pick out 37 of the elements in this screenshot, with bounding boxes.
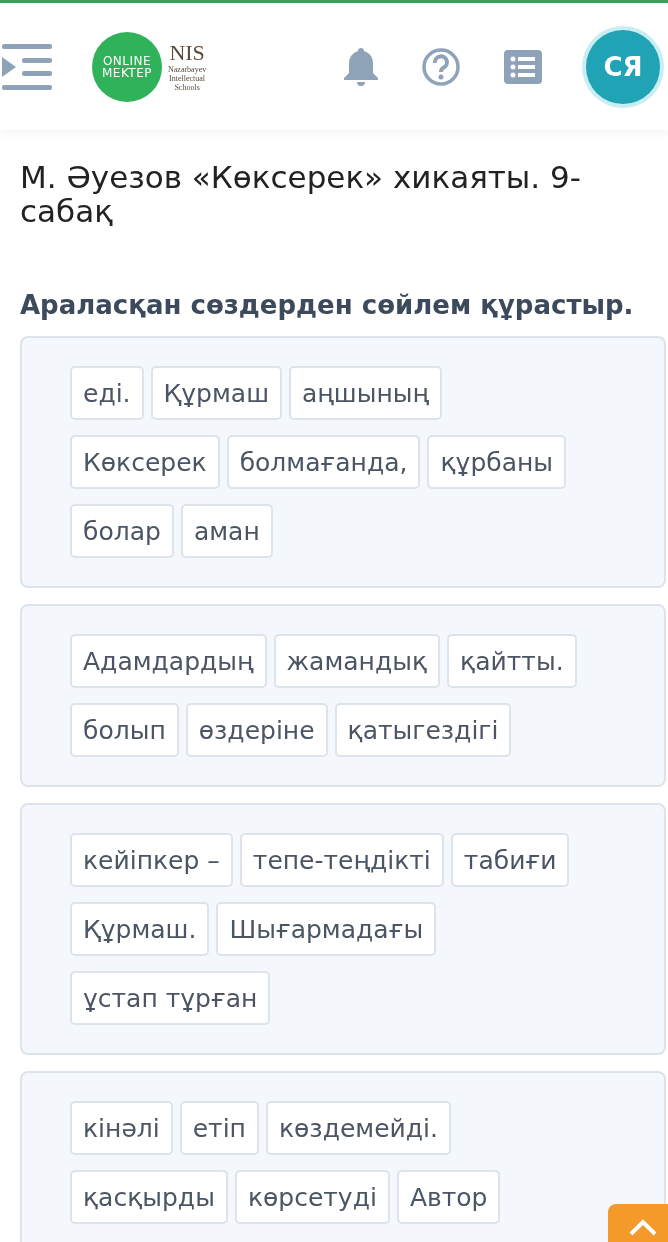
word-chip[interactable]: табиғи [450, 833, 570, 887]
word-chip[interactable]: құрбаны [427, 435, 567, 489]
word-chip[interactable]: Көксерек [70, 435, 220, 489]
word-chip[interactable]: болып [70, 703, 179, 757]
word-chip[interactable]: өздеріне [185, 703, 328, 757]
word-chip[interactable]: көздемейді. [265, 1101, 451, 1155]
partner-logo: NIS Nazarbayev Intellectual Schools [168, 41, 207, 92]
bell-icon [344, 47, 378, 86]
word-chip[interactable]: қайтты. [447, 634, 577, 688]
notification-button[interactable] [344, 47, 378, 86]
word-chip[interactable]: етіп [179, 1101, 259, 1155]
menu-icon[interactable] [2, 43, 52, 90]
task-instruction: Араласқан сөздерден сөйлем құрастыр. [20, 290, 635, 320]
list-button[interactable] [504, 49, 542, 84]
word-chip[interactable]: аңшының [289, 366, 443, 420]
help-icon [422, 47, 460, 86]
help-button[interactable] [422, 47, 460, 86]
list-icon [504, 49, 542, 84]
word-chip[interactable]: Шығармадағы [216, 902, 437, 956]
word-chip[interactable]: көрсетуді [234, 1170, 390, 1224]
word-chip[interactable]: ұстап тұрған [70, 971, 271, 1025]
word-chip[interactable]: Құрмаш. [70, 902, 210, 956]
word-chip[interactable]: Адамдардың [70, 634, 267, 688]
word-chip[interactable]: Құрмаш [150, 366, 283, 420]
word-chip[interactable]: болар [70, 504, 174, 558]
word-chip[interactable]: жамандық [273, 634, 441, 688]
word-chip[interactable]: аман [180, 504, 273, 558]
word-chip[interactable]: болмағанда, [226, 435, 421, 489]
word-chip[interactable]: қатыгездігі [334, 703, 512, 757]
word-chip[interactable]: еді. [70, 366, 144, 420]
word-chip[interactable]: Автор [396, 1170, 501, 1224]
word-chip[interactable]: қасқырды [70, 1170, 228, 1224]
chevron-up-icon [628, 1218, 658, 1236]
lesson-title: М. Әуезов «Көксерек» хикаяты. 9-сабақ [20, 160, 582, 228]
word-chip[interactable]: кінәлі [70, 1101, 173, 1155]
word-chip[interactable]: тепе-теңдікті [239, 833, 444, 887]
word-chip[interactable]: кейіпкер – [70, 833, 233, 887]
